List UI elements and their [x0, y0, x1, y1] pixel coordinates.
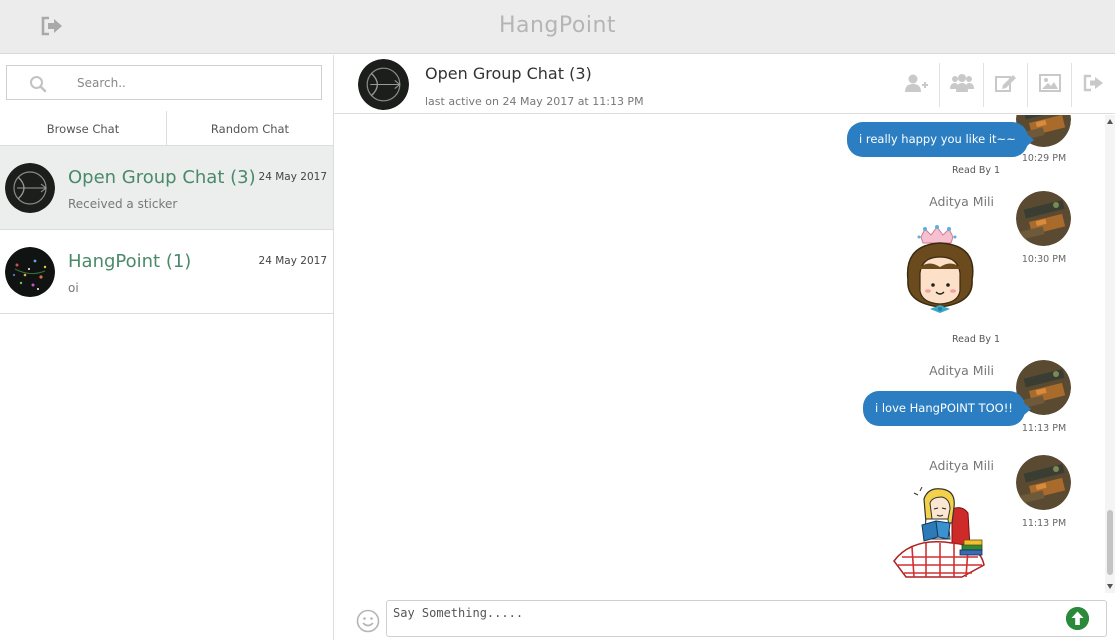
group-avatar: [5, 163, 55, 213]
leave-chat-button[interactable]: [1071, 63, 1115, 107]
search-icon: [29, 75, 47, 93]
edit-button[interactable]: [983, 63, 1027, 107]
message-time: 10:29 PM: [1021, 153, 1067, 164]
chat-preview: oi: [68, 281, 79, 295]
group-icon: [949, 73, 974, 97]
group-avatar: [358, 59, 409, 110]
search-box: [6, 65, 322, 100]
chat-title: Open Group Chat (3): [425, 64, 592, 83]
hangpoint-avatar: [5, 247, 55, 297]
sender-name: Aditya Mili: [929, 363, 994, 378]
app-title: HangPoint: [498, 13, 617, 38]
edit-icon: [994, 73, 1017, 97]
message-input[interactable]: [393, 606, 1053, 631]
chat-date: 24 May 2017: [258, 255, 327, 267]
chat-actions: [895, 63, 1115, 107]
send-image-button[interactable]: [1027, 63, 1071, 107]
message-bubble: i really happy you like it~~: [847, 122, 1034, 157]
sender-name: Aditya Mili: [929, 458, 994, 473]
read-receipt: Read By 1: [952, 334, 1001, 345]
chat-preview: Received a sticker: [68, 197, 178, 211]
message-composer: [334, 593, 1115, 640]
image-icon: [1038, 74, 1061, 96]
sender-avatar: [1016, 191, 1071, 246]
leave-icon: [1083, 74, 1105, 96]
scroll-up-arrow-icon[interactable]: [1107, 119, 1113, 124]
add-user-icon: [905, 73, 929, 97]
sidebar: Browse Chat Random Chat Open Group Chat …: [0, 55, 334, 640]
chat-tabs: Browse Chat Random Chat: [0, 111, 333, 146]
tab-browse-chat[interactable]: Browse Chat: [0, 111, 167, 145]
message-time: 11:13 PM: [1021, 518, 1067, 529]
send-arrow-icon[interactable]: [1066, 607, 1089, 630]
chat-name: Open Group Chat (3): [68, 167, 256, 188]
message-input-box: [386, 600, 1107, 637]
message-time: 10:30 PM: [1021, 254, 1067, 265]
read-receipt: Read By 1: [952, 165, 1001, 176]
add-user-button[interactable]: [895, 63, 939, 107]
message-scrollbar[interactable]: [1105, 115, 1115, 593]
chat-name: HangPoint (1): [68, 251, 192, 272]
reading-girl-sticker[interactable]: [892, 484, 992, 583]
top-bar: HangPoint: [0, 0, 1115, 54]
princess-girl-sticker[interactable]: [900, 225, 990, 324]
message-list[interactable]: i really happy you like it~~ 10:29 PM Re…: [334, 115, 1115, 593]
message-time: 11:13 PM: [1021, 423, 1067, 434]
scroll-thumb[interactable]: [1107, 510, 1113, 575]
tab-random-chat[interactable]: Random Chat: [167, 111, 333, 145]
group-members-button[interactable]: [939, 63, 983, 107]
last-active-status: last active on 24 May 2017 at 11:13 PM: [425, 95, 644, 108]
scroll-down-arrow-icon[interactable]: [1107, 584, 1113, 589]
sender-name: Aditya Mili: [929, 194, 994, 209]
chat-list-item-hangpoint[interactable]: HangPoint (1) oi 24 May 2017: [0, 230, 333, 314]
sender-avatar: [1016, 455, 1071, 510]
chat-date: 24 May 2017: [258, 171, 327, 183]
message-bubble: i love HangPOINT TOO!!: [863, 391, 1031, 426]
smiley-icon[interactable]: [356, 609, 380, 633]
chat-list-item-open-group[interactable]: Open Group Chat (3) Received a sticker 2…: [0, 146, 333, 230]
search-input[interactable]: [77, 72, 307, 94]
chat-header: Open Group Chat (3) last active on 24 Ma…: [334, 55, 1115, 114]
